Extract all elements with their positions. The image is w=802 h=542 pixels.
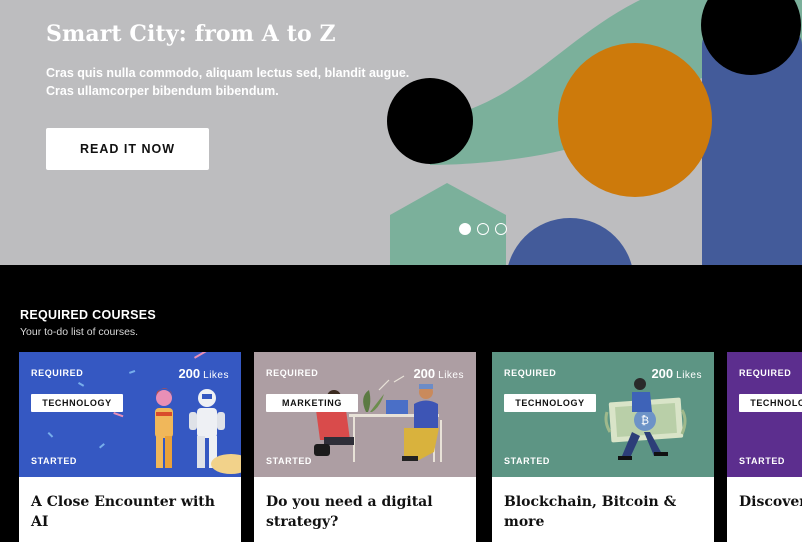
- course-title[interactable]: A Close Encounter with AI: [31, 492, 231, 532]
- carousel-dot-2[interactable]: [477, 223, 489, 235]
- course-title[interactable]: Do you need a digital strategy?: [266, 492, 466, 532]
- category-badge: MARKETING: [266, 394, 358, 412]
- likes-number: 200: [651, 366, 674, 381]
- likes-number: 200: [178, 366, 201, 381]
- required-tag: REQUIRED: [266, 368, 319, 378]
- likes-label: Likes: [676, 370, 702, 381]
- section-title: REQUIRED COURSES: [20, 308, 157, 322]
- status-label: STARTED: [504, 456, 551, 466]
- hero-description-line: Cras ullamcorper bibendum bibendum.: [46, 84, 279, 98]
- carousel-dot-1[interactable]: [459, 223, 471, 235]
- course-card[interactable]: REQUIRED 200 Likes MARKETING STARTED Do y…: [254, 352, 476, 542]
- required-tag: REQUIRED: [31, 368, 84, 378]
- hero-description-line: Cras quis nulla commodo, aliquam lectus …: [46, 66, 410, 80]
- category-badge: TECHNOLOGY: [739, 394, 802, 412]
- hero-description: Cras quis nulla commodo, aliquam lectus …: [46, 64, 426, 100]
- required-tag: REQUIRED: [739, 368, 792, 378]
- status-label: STARTED: [31, 456, 78, 466]
- blue-half-circle-shape: [508, 218, 632, 265]
- course-title[interactable]: Blockchain, Bitcoin & more: [504, 492, 704, 532]
- read-it-now-button[interactable]: READ IT NOW: [46, 128, 209, 170]
- status-label: STARTED: [266, 456, 313, 466]
- likes-label: Likes: [438, 370, 464, 381]
- course-card[interactable]: REQUIRED 200 Likes TECHNOLOGY STARTED A C…: [19, 352, 241, 542]
- carousel-dot-3[interactable]: [495, 223, 507, 235]
- status-label: STARTED: [739, 456, 786, 466]
- hero-title: Smart City: from A to Z: [46, 21, 336, 47]
- likes-label: Likes: [203, 370, 229, 381]
- svg-text:₿: ₿: [641, 414, 649, 427]
- likes-count: 200 Likes: [651, 366, 702, 381]
- section-subtitle: Your to-do list of courses.: [20, 326, 139, 338]
- category-badge: TECHNOLOGY: [31, 394, 123, 412]
- course-card[interactable]: REQUIRED TECHNOLOGY STARTED Discover: [727, 352, 802, 542]
- likes-count: 200 Likes: [413, 366, 464, 381]
- carousel-pagination: [459, 223, 507, 235]
- category-badge: TECHNOLOGY: [504, 394, 596, 412]
- course-title[interactable]: Discover: [739, 492, 802, 512]
- likes-number: 200: [413, 366, 436, 381]
- likes-count: 200 Likes: [178, 366, 229, 381]
- hero-banner: Smart City: from A to Z Cras quis nulla …: [0, 0, 802, 265]
- required-tag: REQUIRED: [504, 368, 557, 378]
- course-card[interactable]: ₿ REQUIRED 200 Likes TECHNOLOGY STARTED B…: [492, 352, 714, 542]
- orange-circle-shape: [558, 43, 712, 197]
